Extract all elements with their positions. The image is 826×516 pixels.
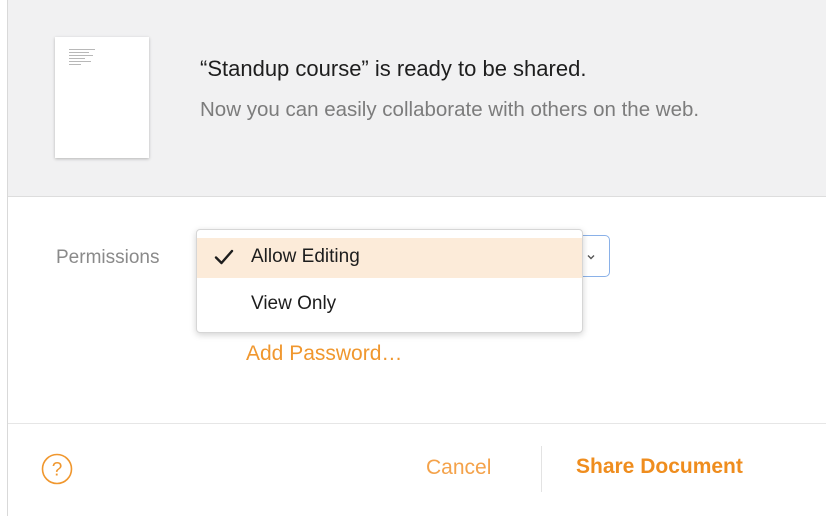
permissions-label: Permissions [56,247,160,268]
checkmark-icon [214,249,234,265]
share-document-button[interactable]: Share Document [576,455,743,479]
permissions-dropdown-menu: Allow Editing View Only [196,229,583,333]
document-thumbnail [55,37,149,158]
menu-item-label: View Only [251,293,337,314]
question-mark-icon[interactable]: ? [41,453,73,485]
footer-divider [8,423,826,424]
menu-item-label: Allow Editing [251,246,360,267]
dialog-title: “Standup course” is ready to be shared. [200,56,587,81]
dialog-subtitle: Now you can easily collaborate with othe… [200,98,700,121]
cancel-button[interactable]: Cancel [426,456,491,480]
menu-item-allow-editing[interactable]: Allow Editing [197,238,582,278]
dialog-header: “Standup course” is ready to be shared. … [8,0,826,197]
menu-item-view-only[interactable]: View Only [197,285,582,325]
share-dialog: “Standup course” is ready to be shared. … [0,0,826,516]
chevron-down-icon[interactable] [587,253,595,261]
svg-text:?: ? [52,460,63,481]
add-password-link[interactable]: Add Password… [246,342,402,366]
footer-button-separator [541,446,542,492]
